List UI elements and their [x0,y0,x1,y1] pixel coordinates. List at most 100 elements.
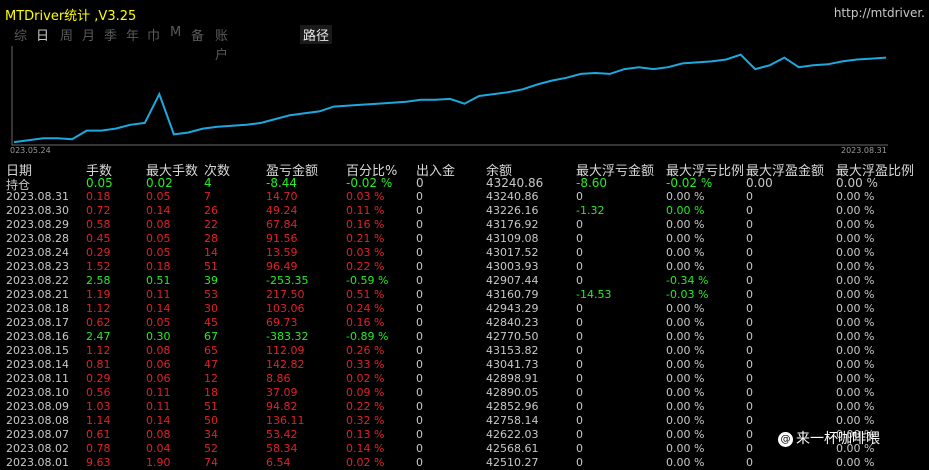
table-row[interactable]: 2023.08.11 0.29 0.06 12 8.86 0.02 % 0 42898.91 0… [0,372,929,386]
app-title: MTDriver统计 ,V3.25 [5,9,137,24]
cell-lots: 0.81 [86,358,111,371]
cell-date: 2023.08.01 [6,456,69,469]
cell-inout: 0 [416,176,424,190]
cell-lots: 0.05 [86,176,113,190]
cell-pct: 0.22 % [346,260,385,273]
cell-balance: 43240.86 [486,190,539,203]
cell-max-lots: 0.04 [146,442,171,455]
cell-mfp-pct: 0.00 % [836,316,875,329]
cell-inout: 0 [416,302,423,315]
table-row[interactable]: 2023.08.28 0.45 0.05 28 91.56 0.21 % 0 43109.08… [0,232,929,246]
equity-line [13,53,887,144]
table-row[interactable]: 2023.08.23 1.52 0.18 51 96.49 0.22 % 0 43003.93… [0,260,929,274]
cell-max-lots: 0.06 [146,372,171,385]
table-row[interactable]: 2023.08.18 1.12 0.14 30 103.06 0.24 % 0 42943.2… [0,302,929,316]
cell-mfl-amt: 0 [576,372,583,385]
tab-6[interactable]: 巾 [147,25,160,44]
cell-lots: 9.63 [86,456,111,469]
cell-mfl-pct: -0.02 % [666,176,713,190]
cell-pnl: 67.84 [266,218,298,231]
tab-4[interactable]: 季 [104,25,117,44]
cell-max-lots: 0.08 [146,218,171,231]
cell-pnl: 14.70 [266,190,298,203]
cell-inout: 0 [416,400,423,413]
equity-chart-svg [11,46,888,146]
table-row[interactable]: 2023.08.16 2.47 0.30 67 -383.32 -0.89 % 0 42770… [0,330,929,344]
equity-chart: 023.05.24 2023.08.31 [0,44,929,156]
cell-pct: 0.32 % [346,414,385,427]
cell-mfl-amt: 0 [576,246,583,259]
cell-mfp-amt: 0 [746,260,753,273]
cell-mfp-pct: 0.00 % [836,218,875,231]
table-row[interactable]: 2023.08.31 0.18 0.05 7 14.70 0.03 % 0 43240.86 0… [0,190,929,204]
cell-mfp-amt: 0.00 [746,176,773,190]
cell-mfl-pct: 0.00 % [666,330,705,343]
cell-mfp-pct: 0.00 % [836,358,875,371]
cell-pct: 0.03 % [346,190,385,203]
cell-inout: 0 [416,428,423,441]
tab-2[interactable]: 周 [60,25,73,44]
cell-max-lots: 0.05 [146,190,171,203]
table-row[interactable]: 2023.08.30 0.72 0.14 26 49.24 0.11 % 0 43226.16… [0,204,929,218]
cell-lots: 1.52 [86,260,111,273]
cell-mfl-amt: 0 [576,400,583,413]
cell-count: 51 [204,260,218,273]
cell-inout: 0 [416,190,423,203]
cell-balance: 42568.61 [486,442,539,455]
table-row[interactable]: 2023.08.14 0.81 0.06 47 142.82 0.33 % 0 43041.7… [0,358,929,372]
table-row[interactable]: 2023.08.10 0.56 0.11 18 37.09 0.09 % 0 42890.05… [0,386,929,400]
tab-1[interactable]: 日 [36,25,49,44]
cell-date: 2023.08.16 [6,330,69,343]
table-row[interactable]: 2023.08.08 1.14 0.14 50 136.11 0.32 % 0 42758.1… [0,414,929,428]
cell-mfp-pct: 0.00 % [836,232,875,245]
table-row[interactable]: 2023.08.09 1.03 0.11 51 94.82 0.22 % 0 42852.96… [0,400,929,414]
cell-max-lots: 0.11 [146,400,171,413]
cell-pnl: 49.24 [266,204,298,217]
cell-lots: 0.61 [86,428,111,441]
cell-inout: 0 [416,232,423,245]
cell-pnl: 6.54 [266,456,291,469]
cell-count: 12 [204,372,218,385]
table-row[interactable]: 2023.08.15 1.12 0.08 65 112.09 0.26 % 0 43153.8… [0,344,929,358]
cell-pct: -0.59 % [346,274,389,287]
cell-count: 26 [204,204,218,217]
cell-balance: 43176.92 [486,218,539,231]
cell-balance: 43240.86 [486,176,544,190]
tab-7[interactable]: M [170,25,181,40]
cell-mfl-pct: -0.34 % [666,274,709,287]
cell-pnl: -253.35 [266,274,309,287]
chart-start-date: 023.05.24 [10,146,51,155]
table-row[interactable]: 2023.08.01 9.63 1.90 74 6.54 0.02 % 0 42510.27 0… [0,456,929,470]
cell-mfp-amt: 0 [746,456,753,469]
tab-0[interactable]: 综 [14,25,27,44]
table-row[interactable]: 持仓 0.05 0.02 4 -8.44 -0.02 % 0 43240.86 -8.60 -0.… [0,176,929,192]
table-row[interactable]: 2023.08.17 0.62 0.05 45 69.73 0.16 % 0 42840.23… [0,316,929,330]
tab-5[interactable]: 年 [126,25,139,44]
table-row[interactable]: 2023.08.22 2.58 0.51 39 -253.35 -0.59 % 0 42907… [0,274,929,288]
cell-lots: 1.19 [86,288,111,301]
cell-count: 51 [204,400,218,413]
cell-date: 2023.08.02 [6,442,69,455]
table-row[interactable]: 2023.08.29 0.58 0.08 22 67.84 0.16 % 0 43176.92… [0,218,929,232]
cell-inout: 0 [416,246,423,259]
cell-pct: 0.03 % [346,246,385,259]
path-button[interactable]: 路径 [300,25,333,44]
chart-end-date: 2023.08.31 [841,146,887,155]
cell-pnl: 8.86 [266,372,291,385]
tab-3[interactable]: 月 [82,25,95,44]
app-url[interactable]: http://mtdriver. [834,6,925,20]
table-row[interactable]: 2023.08.24 0.29 0.05 14 13.59 0.03 % 0 43017.52… [0,246,929,260]
cell-date: 2023.08.21 [6,288,69,301]
cell-mfl-pct: 0.00 % [666,246,705,259]
cell-mfl-amt: -8.60 [576,176,608,190]
cell-inout: 0 [416,456,423,469]
cell-pct: 0.13 % [346,428,385,441]
cell-mfp-amt: 0 [746,274,753,287]
cell-inout: 0 [416,316,423,329]
cell-lots: 0.29 [86,372,111,385]
tab-8[interactable]: 备 [191,25,204,44]
cell-count: 50 [204,414,218,427]
cell-mfl-pct: 0.00 % [666,302,705,315]
cell-mfl-amt: 0 [576,414,583,427]
table-row[interactable]: 2023.08.21 1.19 0.11 53 217.50 0.51 % 0 43160.7… [0,288,929,302]
